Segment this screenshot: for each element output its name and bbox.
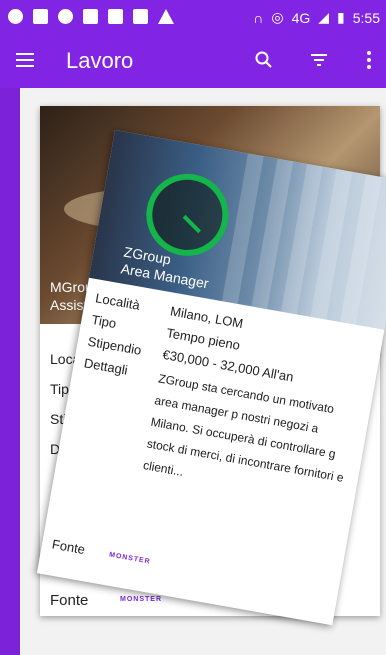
calendar-icon: [108, 9, 123, 24]
network-label: 4G: [291, 9, 311, 26]
filter-icon[interactable]: [307, 48, 331, 72]
location-icon: [58, 9, 73, 24]
monster-logo: MONSTER: [120, 596, 162, 603]
job-details-labels: Località Tipo Stipendio Dettagli: [82, 287, 151, 383]
app-bar: Lavoro: [0, 36, 386, 88]
data-saver-icon: ◎: [271, 9, 284, 25]
calendar-icon: [83, 9, 98, 24]
photo-icon: [133, 9, 148, 24]
monster-logo: MONSTER: [108, 551, 152, 566]
battery-icon: ▮: [337, 9, 345, 25]
timer-hand: [182, 214, 202, 234]
overflow-menu-icon[interactable]: [357, 48, 381, 72]
search-icon[interactable]: [252, 48, 276, 72]
status-bar: ∩ ◎ 4G ◢ ▮ 5:55: [0, 0, 386, 36]
notification-icons: [8, 9, 174, 24]
job-details-values: Milano, LOM Tempo pieno €30,000 - 32,000…: [141, 301, 374, 512]
status-time: 5:55: [352, 9, 380, 26]
job-card-stack: MGroup Assistente alla v Località Tipo S…: [20, 88, 386, 655]
source-label: Fonte: [50, 536, 87, 558]
source-label: Fonte: [50, 592, 89, 609]
signal-icon: ◢: [318, 9, 330, 25]
headset-icon: ∩: [253, 9, 264, 26]
menu-icon[interactable]: [16, 53, 34, 67]
system-status: ∩ ◎ 4G ◢ ▮ 5:55: [253, 9, 380, 26]
notification-icon: [8, 9, 23, 24]
mail-icon: [33, 9, 48, 24]
alert-icon: [158, 9, 174, 24]
page-title: Lavoro: [66, 48, 134, 73]
